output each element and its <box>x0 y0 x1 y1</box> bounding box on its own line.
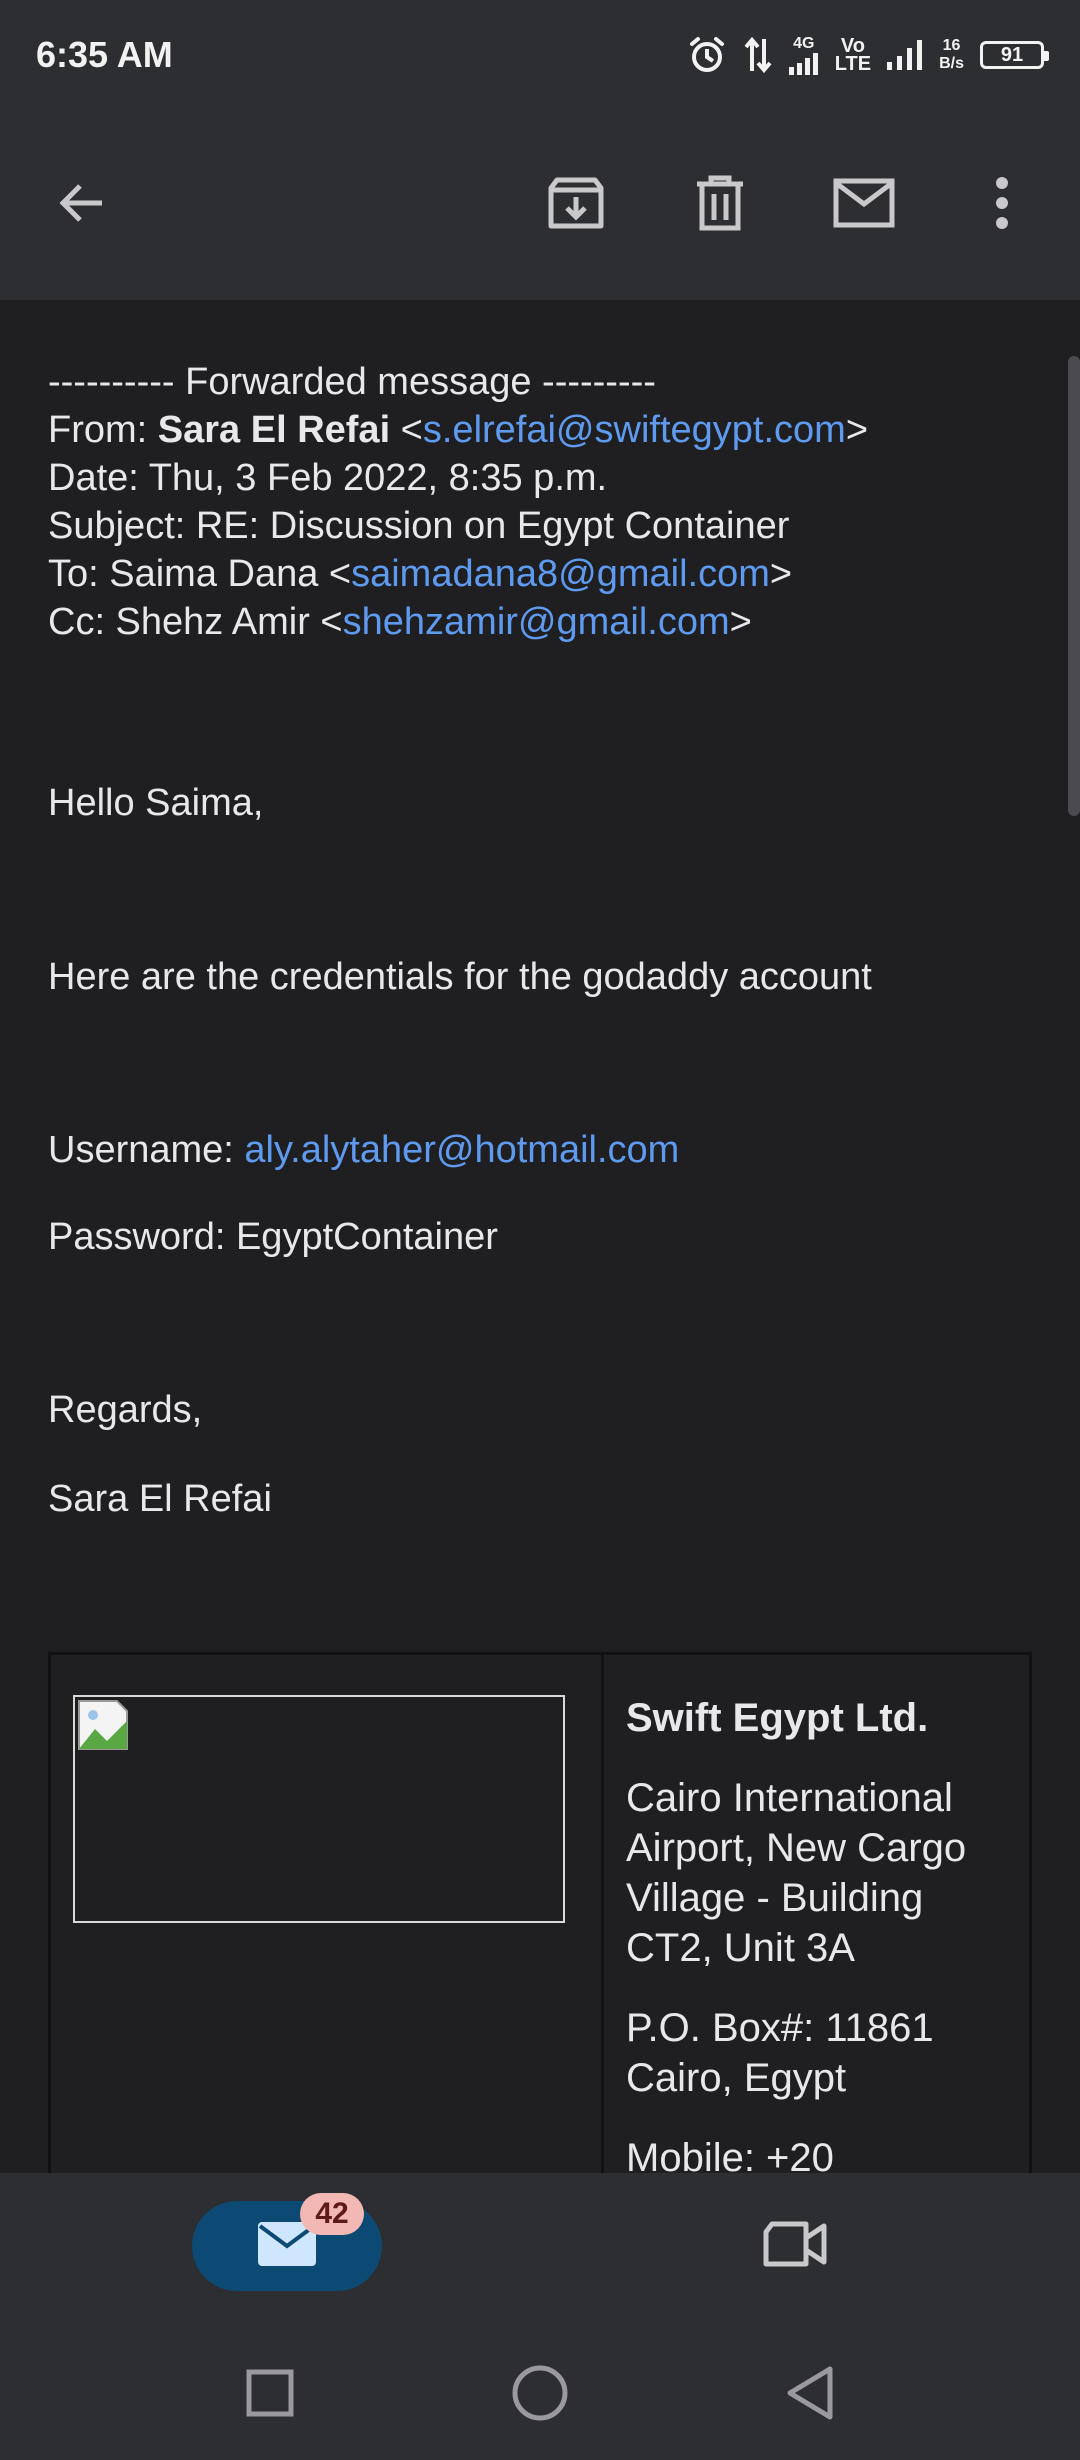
address-line: Village - Building <box>626 1876 924 1920</box>
email-body[interactable]: ---------- Forwarded message --------- F… <box>0 300 1080 2173</box>
date-line: Date: Thu, 3 Feb 2022, 8:35 p.m. <box>48 457 608 499</box>
address-line: CT2, Unit 3A <box>626 1926 855 1970</box>
recents-button[interactable] <box>230 2360 310 2430</box>
volte-bottom: LTE <box>834 53 872 75</box>
mark-unread-icon <box>833 178 895 233</box>
signature-table: Swift Egypt Ltd. Cairo International Air… <box>48 1652 1032 2173</box>
subject-line: Subject: RE: Discussion on Egypt Contain… <box>48 505 790 547</box>
back-button[interactable] <box>36 160 126 250</box>
battery-icon: 91 <box>980 41 1049 69</box>
from-label: From: <box>48 409 158 451</box>
circle-icon <box>511 2364 569 2427</box>
status-time: 6:35 AM <box>36 34 173 75</box>
volte-icon: Vo LTE <box>834 36 872 75</box>
greeting: Hello Saima, <box>48 782 264 824</box>
more-vert-icon <box>995 176 1009 235</box>
from-email-link[interactable]: s.elrefai@swiftegypt.com <box>423 409 846 451</box>
regards: Regards, <box>48 1389 203 1431</box>
square-icon <box>245 2368 295 2423</box>
status-bar: 6:35 AM 4G Vo LTE 16 B/s 91 <box>0 0 1080 110</box>
po-box-block: P.O. Box#: 11861 Cairo, Egypt <box>626 2003 1029 2103</box>
company-name: Swift Egypt Ltd. <box>626 1696 929 1740</box>
signal-4g-icon: 4G <box>788 35 819 75</box>
cc-email-link[interactable]: shehzamir@gmail.com <box>343 601 730 643</box>
home-button[interactable] <box>500 2360 580 2430</box>
address-line: Airport, New Cargo <box>626 1826 967 1870</box>
speed-unit: B/s <box>939 55 964 72</box>
status-icons: 4G Vo LTE 16 B/s 91 <box>687 35 1049 75</box>
email-toolbar <box>0 110 1080 300</box>
scrollbar[interactable] <box>1068 356 1080 816</box>
signal-strength-icon <box>887 40 923 70</box>
forwarded-header-block: ---------- Forwarded message --------- F… <box>48 358 868 646</box>
signature-logo-cell <box>51 1655 604 2173</box>
mark-unread-button[interactable] <box>819 160 909 250</box>
po-box: P.O. Box#: 11861 <box>626 2006 934 2050</box>
username-line: Username: aly.alytaher@hotmail.com <box>48 1129 679 1172</box>
body-text: Here are the credentials for the godaddy… <box>48 956 872 998</box>
username-label: Username: <box>48 1129 245 1171</box>
more-options-button[interactable] <box>957 160 1047 250</box>
from-line: From: Sara El Refai <s.elrefai@swiftegyp… <box>48 409 869 451</box>
from-name: Sara El Refai <box>157 409 391 451</box>
archive-icon <box>547 174 605 237</box>
address-line: Cairo International <box>626 1776 953 1820</box>
delete-button[interactable] <box>675 160 765 250</box>
network-type-label: 4G <box>793 35 815 52</box>
cc-label: Cc: Shehz Amir < <box>48 601 343 643</box>
archive-button[interactable] <box>531 160 621 250</box>
alarm-icon <box>687 35 727 75</box>
unread-count-badge: 42 <box>300 2193 364 2235</box>
meet-tab[interactable] <box>750 2201 840 2291</box>
signature-details-cell: Swift Egypt Ltd. Cairo International Air… <box>604 1655 1029 2173</box>
back-arrow-icon <box>54 176 108 235</box>
speed-value: 16 <box>942 37 961 54</box>
bottom-navigation: 42 <box>0 2173 1080 2330</box>
network-speed: 16 B/s <box>939 37 964 73</box>
forward-divider-line: ---------- Forwarded message --------- <box>48 361 656 403</box>
system-navigation-bar <box>0 2330 1080 2460</box>
broken-image-icon <box>77 1699 129 1756</box>
username-email-link[interactable]: aly.alytaher@hotmail.com <box>244 1129 679 1171</box>
to-label: To: Saima Dana < <box>48 553 352 595</box>
city: Cairo, Egypt <box>626 2056 847 2100</box>
address-block: Cairo International Airport, New Cargo V… <box>626 1773 1029 1973</box>
delete-icon <box>693 174 747 237</box>
back-nav-button[interactable] <box>770 2360 850 2430</box>
broken-image-placeholder[interactable] <box>73 1695 565 1923</box>
video-camera-icon <box>762 2220 828 2273</box>
data-transfer-icon <box>743 35 773 75</box>
to-email-link[interactable]: saimadana8@gmail.com <box>351 553 770 595</box>
to-line: To: Saima Dana <saimadana8@gmail.com> <box>48 553 793 595</box>
signoff-name: Sara El Refai <box>48 1478 272 1520</box>
triangle-back-icon <box>784 2365 836 2426</box>
password-line: Password: EgyptContainer <box>48 1216 498 1258</box>
mobile-line: Mobile: +20 <box>626 2136 834 2173</box>
cc-line: Cc: Shehz Amir <shehzamir@gmail.com> <box>48 601 752 643</box>
